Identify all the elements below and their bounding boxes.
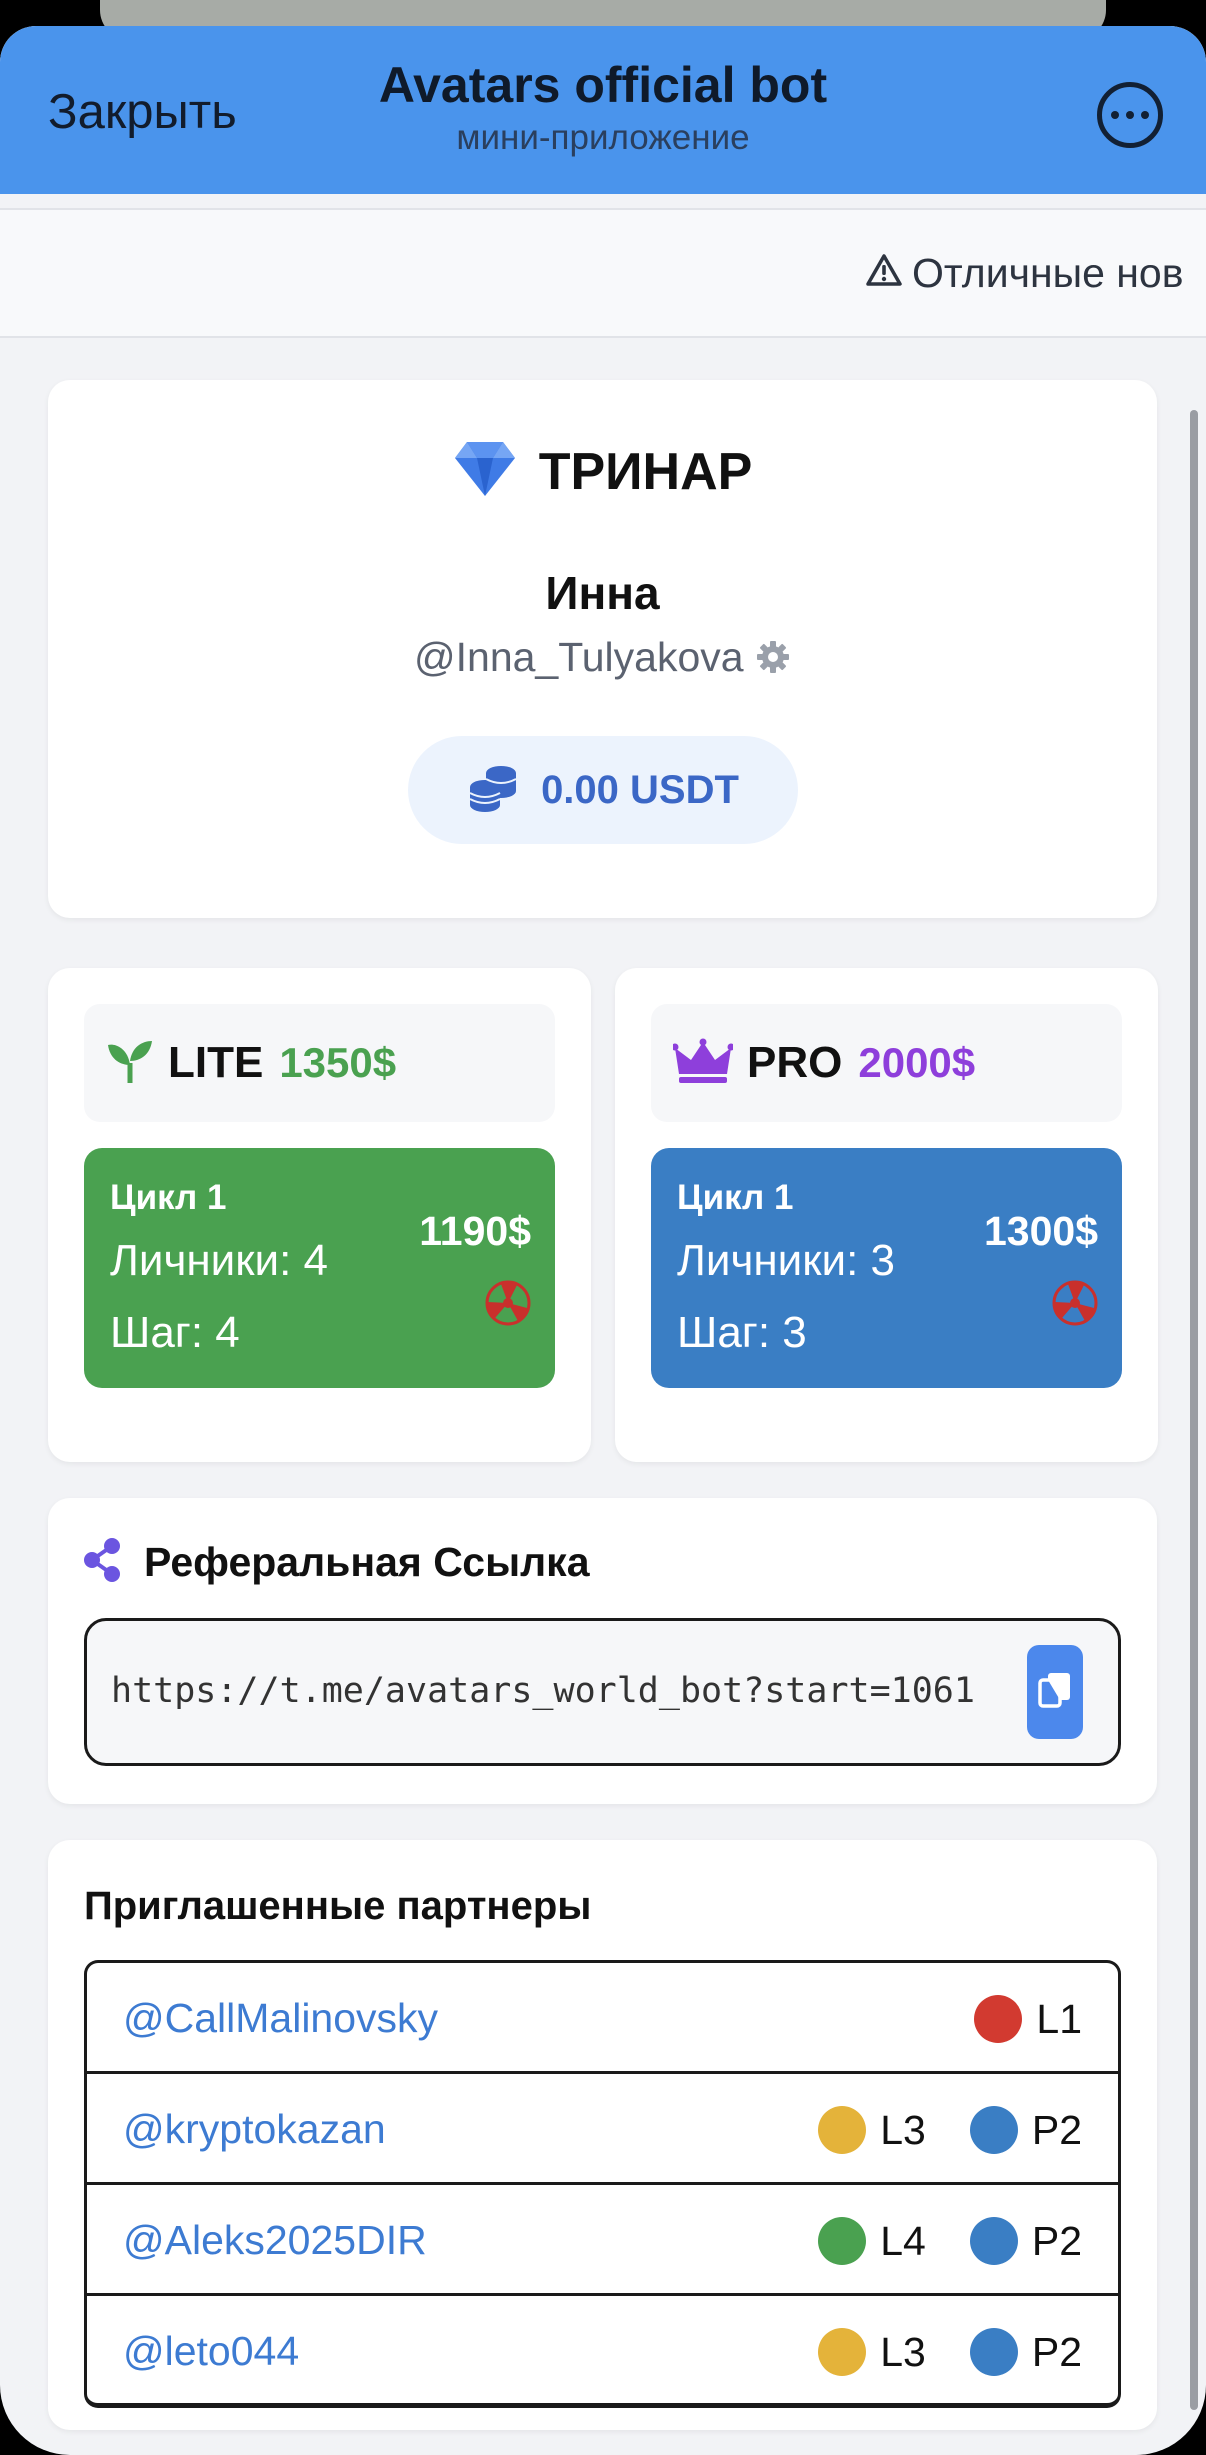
- warning-icon: [866, 253, 902, 297]
- ticker-text: Отличные нов: [912, 250, 1184, 296]
- plan-name: LITE: [168, 1038, 264, 1087]
- more-horizontal-icon[interactable]: [1097, 82, 1163, 148]
- gear-icon[interactable]: [755, 634, 791, 680]
- level-badge: P2: [969, 2217, 1082, 2265]
- header-title: Avatars official bot: [378, 57, 828, 113]
- plan-card-lite[interactable]: LITE 1350$ Цикл 1 Личники: 4 Шаг: 4 1190…: [48, 968, 591, 1462]
- plan-name: PRO: [747, 1038, 843, 1087]
- sprout-icon: [106, 1039, 154, 1088]
- status-dot: [974, 1995, 1023, 2043]
- plan-price: 2000$: [858, 1039, 976, 1086]
- referral-link[interactable]: https://t.me/avatars_world_bot?start=106…: [111, 1671, 975, 1711]
- status-dot: [969, 2217, 1018, 2265]
- level-badge: P2: [969, 2328, 1082, 2376]
- diamond-icon: [453, 440, 517, 503]
- balance-badge[interactable]: 0.00 USDT: [408, 736, 798, 844]
- partner-handle[interactable]: @kryptokazan: [123, 2106, 386, 2153]
- crown-icon: [671, 1038, 735, 1089]
- referral-title: Реферальная Ссылка: [144, 1539, 590, 1585]
- plan-price: 1350$: [279, 1039, 397, 1086]
- balance-value: 0.00 USDT: [541, 767, 739, 812]
- cycle-step: Шаг: 4: [110, 1308, 240, 1357]
- scrollbar[interactable]: [1190, 410, 1198, 2410]
- partner-handle[interactable]: @Aleks2025DIR: [123, 2217, 427, 2264]
- level-badge: L3: [818, 2328, 926, 2376]
- partner-handle[interactable]: @CallMalinovsky: [123, 1995, 438, 2042]
- plan-header-lite: LITE 1350$: [84, 1004, 555, 1122]
- cycle-personal: Личники: 4: [110, 1236, 329, 1285]
- status-dot: [969, 2328, 1018, 2376]
- partners-table: @CallMalinovsky L1 @kryptokazan L3 P2 @A…: [84, 1960, 1121, 2408]
- brand-title: ТРИНАР: [538, 442, 753, 501]
- level-badge: P2: [969, 2106, 1082, 2154]
- cycle-box-lite[interactable]: Цикл 1 Личники: 4 Шаг: 4 1190$: [84, 1148, 555, 1388]
- table-row[interactable]: @Aleks2025DIR L4 P2: [87, 2185, 1118, 2296]
- referral-card: Реферальная Ссылка https://t.me/avatars_…: [48, 1498, 1157, 1804]
- level-badge: L1: [974, 1995, 1082, 2043]
- app-header: Закрыть Avatars official bot мини-прилож…: [0, 26, 1206, 194]
- copy-icon: [1038, 1671, 1072, 1714]
- partner-handle[interactable]: @leto044: [123, 2328, 299, 2375]
- partners-card: Приглашенные партнеры @CallMalinovsky L1…: [48, 1840, 1157, 2430]
- status-dot: [818, 2328, 867, 2376]
- brand: ТРИНАР: [48, 440, 1157, 503]
- cycle-title: Цикл 1: [110, 1178, 227, 1217]
- copy-button[interactable]: [1027, 1645, 1083, 1739]
- user-name: Инна: [545, 567, 660, 619]
- mini-app-window: Закрыть Avatars official bot мини-прилож…: [0, 26, 1206, 2455]
- status-dot: [969, 2106, 1018, 2154]
- profile-card: ТРИНАР Инна @Inna_Tulyakova 0.00 USDT: [48, 380, 1157, 918]
- cycle-step: Шаг: 3: [677, 1308, 807, 1357]
- table-row[interactable]: @kryptokazan L3 P2: [87, 2074, 1118, 2185]
- cycle-amount: 1190$: [419, 1208, 531, 1254]
- status-dot: [818, 2106, 867, 2154]
- cycle-personal: Личники: 3: [677, 1236, 896, 1285]
- cycle-amount: 1300$: [983, 1208, 1098, 1254]
- cycle-title: Цикл 1: [677, 1178, 794, 1217]
- cycle-box-pro[interactable]: Цикл 1 Личники: 3 Шаг: 3 1300$: [651, 1148, 1122, 1388]
- coins-icon: [467, 763, 519, 818]
- level-badge: L4: [818, 2217, 926, 2265]
- news-ticker: Отличные нов: [0, 208, 1206, 338]
- plan-card-pro[interactable]: PRO 2000$ Цикл 1 Личники: 3 Шаг: 3 1300$: [615, 968, 1158, 1462]
- plan-header-pro: PRO 2000$: [651, 1004, 1122, 1122]
- partners-title: Приглашенные партнеры: [84, 1884, 592, 1928]
- fan-icon: [1050, 1278, 1100, 1333]
- header-subtitle: мини-приложение: [456, 118, 750, 157]
- table-row[interactable]: @leto044 L3 P2: [87, 2296, 1118, 2403]
- table-row[interactable]: @CallMalinovsky L1: [87, 1963, 1118, 2074]
- fan-icon: [483, 1278, 533, 1333]
- share-icon: [82, 1538, 122, 1587]
- referral-link-field[interactable]: https://t.me/avatars_world_bot?start=106…: [84, 1618, 1121, 1766]
- level-badge: L3: [818, 2106, 926, 2154]
- status-dot: [818, 2217, 867, 2265]
- user-handle: @Inna_Tulyakova: [414, 634, 744, 680]
